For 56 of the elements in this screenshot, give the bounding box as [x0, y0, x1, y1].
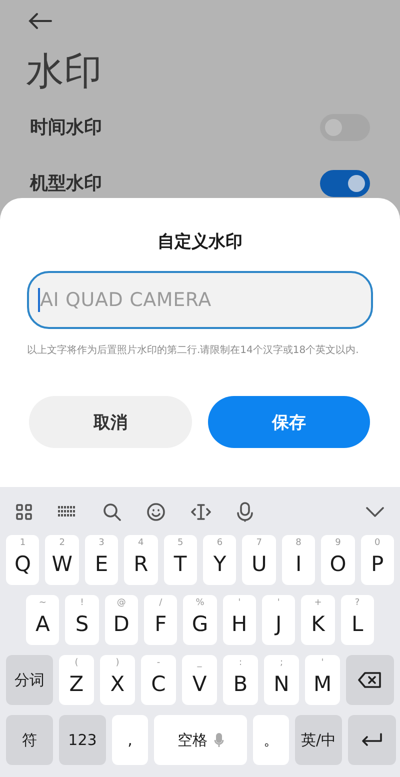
keyboard-key[interactable]: ~ A [26, 595, 60, 645]
backspace-icon [358, 672, 382, 688]
enter-key[interactable] [348, 715, 396, 765]
back-arrow-icon[interactable] [28, 12, 52, 30]
keyboard-key[interactable]: : B [223, 655, 258, 705]
keyboard-key[interactable]: 6 Y [203, 535, 236, 585]
keyboard-icon[interactable] [58, 506, 76, 518]
setting-label: 时间水印 [30, 116, 102, 139]
keyboard-key[interactable]: 7 U [242, 535, 276, 585]
keyboard-key[interactable]: 2 W [45, 535, 79, 585]
search-icon[interactable] [102, 503, 121, 521]
save-button[interactable]: 保存 [208, 396, 370, 448]
dialog-title: 自定义水印 [156, 231, 244, 253]
microphone-icon[interactable] [237, 502, 254, 522]
keyboard-key[interactable]: 9 O [321, 535, 355, 585]
keyboard-key[interactable]: 0 P [360, 535, 394, 585]
keyboard-key[interactable]: ' M [305, 655, 340, 705]
keyboard-key[interactable]: / F [144, 595, 178, 645]
keyboard-key[interactable]: 英/中 [295, 715, 342, 765]
keyboard-key[interactable]: + K [301, 595, 335, 645]
keyboard-key[interactable]: 5 T [164, 535, 198, 585]
keyboard-key[interactable]: ' J [262, 595, 296, 645]
toggle-knob [348, 174, 365, 192]
keyboard-key[interactable]: 。 [253, 715, 289, 765]
keyboard-key[interactable]: ' H [222, 595, 256, 645]
setting-label: 机型水印 [30, 172, 102, 195]
keyboard-key[interactable]: _ V [182, 655, 217, 705]
space-label: 空格 [178, 730, 208, 750]
space-key[interactable]: 空格 [154, 715, 247, 765]
chevron-down-icon[interactable] [366, 507, 384, 517]
keyboard-key[interactable]: 符 [6, 715, 53, 765]
microphone-icon [214, 732, 224, 748]
grid-icon[interactable] [16, 504, 32, 520]
keyboard-key[interactable]: 1 Q [6, 535, 40, 585]
keyboard-key[interactable]: ( Z [59, 655, 94, 705]
keyboard-key[interactable]: ; N [264, 655, 299, 705]
enter-icon [361, 733, 383, 747]
keyboard-key[interactable]: 3 E [84, 535, 118, 585]
keyboard-key[interactable]: 分词 [6, 655, 53, 705]
keyboard-key[interactable]: 123 [59, 715, 106, 765]
keyboard-key[interactable]: ? L [340, 595, 374, 645]
page-title: 水印 [26, 48, 103, 95]
text-cursor-icon[interactable] [191, 503, 212, 521]
keyboard-key[interactable]: - C [141, 655, 176, 705]
cancel-button[interactable]: 取消 [29, 396, 192, 448]
toggle-switch[interactable] [320, 170, 370, 196]
keyboard-key[interactable]: 8 I [282, 535, 316, 585]
keyboard-key[interactable]: ! S [65, 595, 99, 645]
keyboard-key[interactable]: , [112, 715, 148, 765]
backspace-key[interactable] [346, 655, 394, 705]
keyboard-key[interactable]: 4 R [124, 535, 158, 585]
keyboard-key[interactable]: @ D [104, 595, 138, 645]
keyboard-key[interactable]: % G [183, 595, 217, 645]
hint-text: 以上文字将作为后置照片水印的第二行.请限制在14个汉字或18个英文以内. [27, 344, 360, 358]
emoji-icon[interactable] [146, 503, 165, 521]
keyboard-key[interactable]: ) X [100, 655, 135, 705]
